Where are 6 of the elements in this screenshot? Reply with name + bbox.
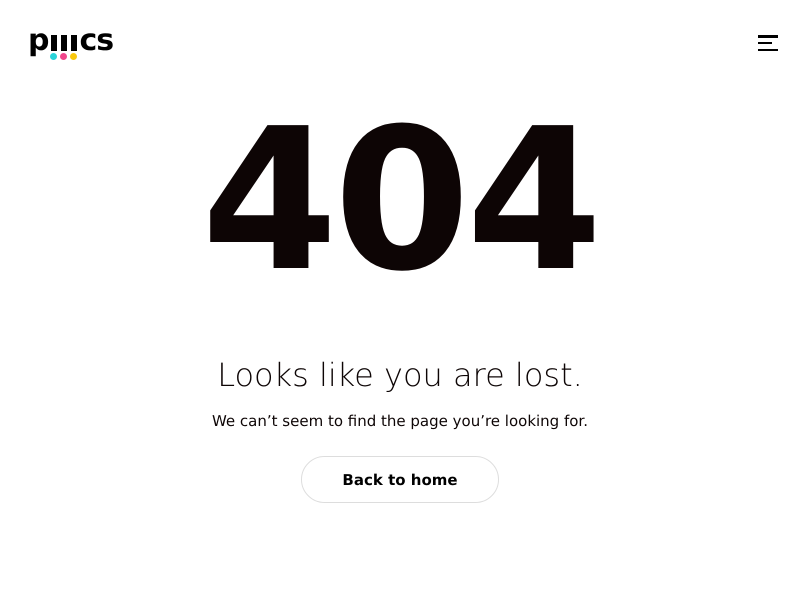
error-code: 404 xyxy=(201,106,599,296)
logo[interactable]: p cs xyxy=(28,26,114,60)
back-home-button[interactable]: Back to home xyxy=(301,456,499,503)
message: We can’t seem to find the page you’re looking for. xyxy=(212,412,588,430)
heading: Looks like you are lost. xyxy=(217,356,583,394)
menu-icon[interactable] xyxy=(758,35,780,51)
